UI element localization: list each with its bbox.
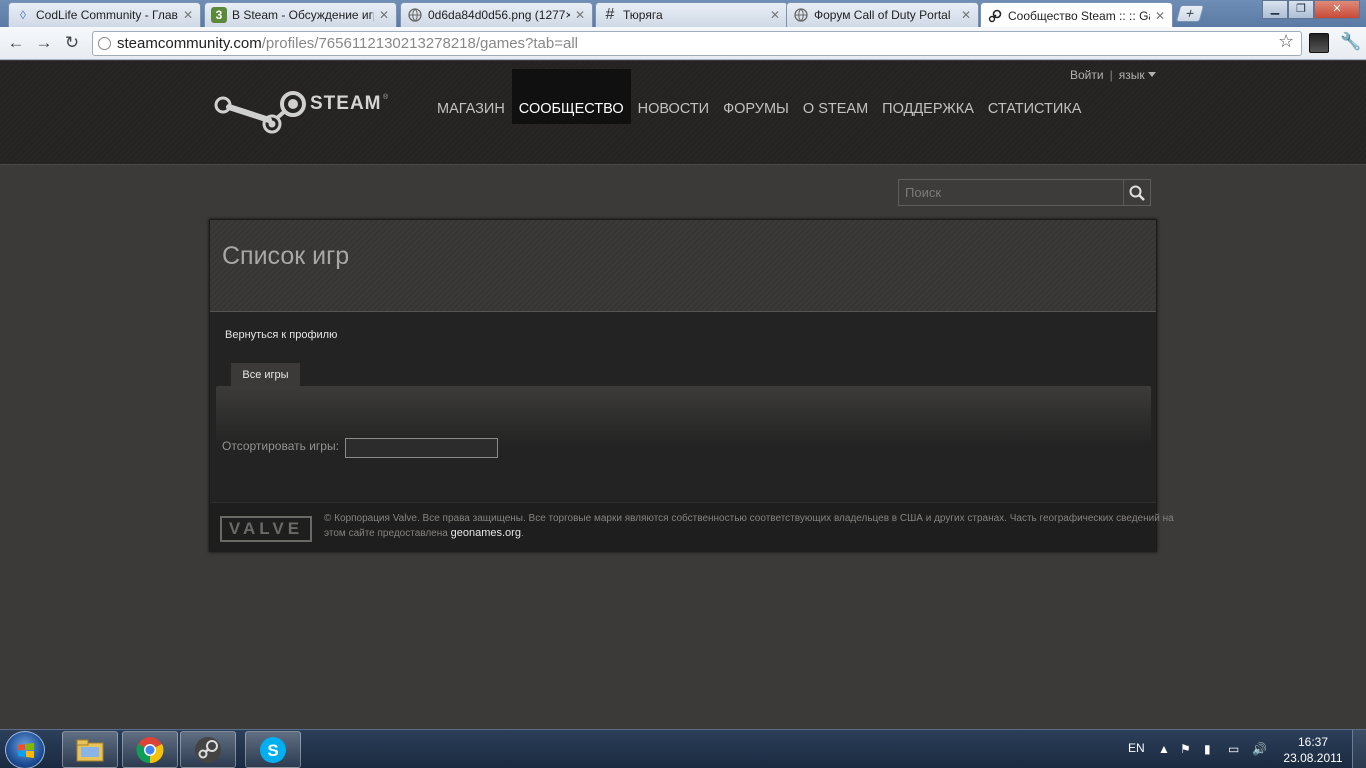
taskbar: S EN ▲ ⚑ ▮ ▭ 🔊 16:37 23.08.2011 <box>0 729 1366 768</box>
explorer-icon <box>76 739 104 761</box>
valve-logo[interactable]: VALVE <box>220 516 312 542</box>
browser-tab-active[interactable]: Сообщество Steam :: :: Gar ✕ <box>980 2 1173 28</box>
sort-label: Отсортировать игры: <box>222 439 339 453</box>
taskbar-chrome[interactable] <box>122 731 178 768</box>
separator: | <box>1109 68 1113 82</box>
search-button[interactable] <box>1123 180 1150 205</box>
taskbar-steam[interactable] <box>180 731 236 768</box>
login-area: Войти | язык <box>1070 68 1156 82</box>
network-icon[interactable]: ▭ <box>1228 742 1239 756</box>
games-list-area <box>216 386 1151 446</box>
browser-tab[interactable]: # Тюряга ✕ <box>595 2 788 27</box>
steam-logo-text: STEAM <box>310 93 382 114</box>
clock-date: 23.08.2011 <box>1283 751 1343 765</box>
nav-support[interactable]: ПОДДЕРЖКА <box>875 69 981 124</box>
panel-header: Список игр <box>210 220 1156 312</box>
login-link[interactable]: Войти <box>1070 68 1104 82</box>
tab-label: Форум Call of Duty Portal <box>814 8 951 22</box>
close-tab-icon[interactable]: ✕ <box>378 8 390 22</box>
hash-icon: # <box>605 6 615 23</box>
minimize-button[interactable]: ▁ <box>1262 0 1288 19</box>
browser-tab[interactable]: 0d6da84d0d56.png (1277×9 ✕ <box>400 2 593 27</box>
globe-icon <box>407 7 423 23</box>
tab-label: В Steam - Обсуждение игр <box>232 8 374 22</box>
close-tab-icon[interactable]: ✕ <box>1154 9 1166 23</box>
tab-label: 0d6da84d0d56.png (1277×9 <box>428 8 570 22</box>
nav-store[interactable]: МАГАЗИН <box>430 69 512 124</box>
close-tab-icon[interactable]: ✕ <box>574 8 586 22</box>
steam-3-icon: 3 <box>211 7 227 23</box>
games-list-panel: Список игр Вернуться к профилю Все игры … <box>209 219 1174 552</box>
close-window-button[interactable]: ✕ <box>1314 0 1360 19</box>
start-button[interactable] <box>5 731 45 768</box>
browser-toolbar: ← → ↻ steamcommunity.com/profiles/765611… <box>0 27 1366 60</box>
geonames-link[interactable]: geonames.org <box>451 527 521 539</box>
tab-label: Сообщество Steam :: :: Gar <box>1008 8 1150 23</box>
search-box <box>898 179 1151 206</box>
url-path: /profiles/76561121302132782​18/games?tab… <box>261 35 578 52</box>
trademark-mark: ® <box>383 94 389 101</box>
tab-all-games[interactable]: Все игры <box>231 363 300 387</box>
footer-text: © Корпорация Valve. Все права защищены. … <box>324 512 1174 541</box>
clock-time: 16:37 <box>1297 735 1329 749</box>
steam-header: STEAM ® МАГАЗИН СООБЩЕСТВО НОВОСТИ ФОРУМ… <box>0 61 1366 165</box>
chrome-icon <box>136 736 164 763</box>
page-info-icon <box>98 37 111 50</box>
browser-tab[interactable]: Форум Call of Duty Portal ✕ <box>786 2 979 27</box>
keyboard-language[interactable]: EN <box>1128 741 1145 755</box>
browser-tab[interactable]: ◊ CodLife Community - Глав ✕ <box>8 2 201 27</box>
reload-icon[interactable]: ↻ <box>61 32 83 54</box>
nav-about[interactable]: О STEAM <box>796 69 875 124</box>
maximize-button[interactable]: ❐ <box>1288 0 1314 19</box>
close-tab-icon[interactable]: ✕ <box>182 8 194 22</box>
power-icon[interactable]: ▮ <box>1204 742 1211 756</box>
nav-forums[interactable]: ФОРУМЫ <box>716 69 796 124</box>
url-host: steamcommunity.com <box>117 35 262 52</box>
address-bar[interactable]: steamcommunity.com/profiles/765611213021… <box>92 31 1302 56</box>
extension-icon[interactable] <box>1309 33 1329 53</box>
new-tab-button[interactable]: + <box>1175 5 1205 22</box>
action-center-flag-icon[interactable]: ⚑ <box>1180 742 1191 756</box>
search-input[interactable] <box>899 180 1123 205</box>
skype-icon: S <box>260 736 286 763</box>
bookmark-star-icon[interactable]: ☆ <box>1278 31 1294 52</box>
svg-text:S: S <box>267 741 278 760</box>
steam-page: STEAM ® МАГАЗИН СООБЩЕСТВО НОВОСТИ ФОРУМ… <box>0 61 1366 729</box>
browser-tab[interactable]: 3 В Steam - Обсуждение игр ✕ <box>204 2 397 27</box>
taskbar-explorer[interactable] <box>62 731 118 768</box>
system-clock[interactable]: 16:37 23.08.2011 <box>1280 734 1346 766</box>
globe-icon <box>793 7 809 23</box>
page-footer: VALVE © Корпорация Valve. Все права защи… <box>210 502 1174 552</box>
footer-period: . <box>520 528 524 539</box>
page-title: Список игр <box>222 242 350 270</box>
main-nav: МАГАЗИН СООБЩЕСТВО НОВОСТИ ФОРУМЫ О STEA… <box>430 69 1088 124</box>
wrench-menu-icon[interactable]: 🔧 <box>1340 32 1361 52</box>
back-to-profile-link[interactable]: Вернуться к профилю <box>225 329 337 341</box>
tab-label: CodLife Community - Глав <box>36 8 178 22</box>
nav-community[interactable]: СООБЩЕСТВО <box>511 69 631 124</box>
taskbar-skype[interactable]: S <box>245 731 301 768</box>
volume-icon[interactable]: 🔊 <box>1252 742 1267 756</box>
sort-games-input[interactable] <box>345 438 498 458</box>
tab-label: Тюряга <box>623 8 663 22</box>
show-hidden-icons[interactable]: ▲ <box>1158 742 1170 756</box>
forward-arrow-icon[interactable]: → <box>33 32 55 54</box>
windows-logo-icon <box>18 743 34 758</box>
codlife-icon: ◊ <box>20 8 26 22</box>
nav-news[interactable]: НОВОСТИ <box>631 69 717 124</box>
steam-icon <box>987 8 1003 24</box>
close-tab-icon[interactable]: ✕ <box>769 8 781 22</box>
back-arrow-icon[interactable]: ← <box>5 32 27 54</box>
chevron-down-icon[interactable] <box>1147 72 1156 77</box>
close-tab-icon[interactable]: ✕ <box>960 8 972 22</box>
search-icon <box>1129 185 1145 201</box>
show-desktop-button[interactable] <box>1352 730 1366 768</box>
steam-icon <box>195 736 221 763</box>
browser-tab-strip: ◊ CodLife Community - Глав ✕ 3 В Steam -… <box>0 0 1366 28</box>
language-dropdown[interactable]: язык <box>1119 68 1145 82</box>
